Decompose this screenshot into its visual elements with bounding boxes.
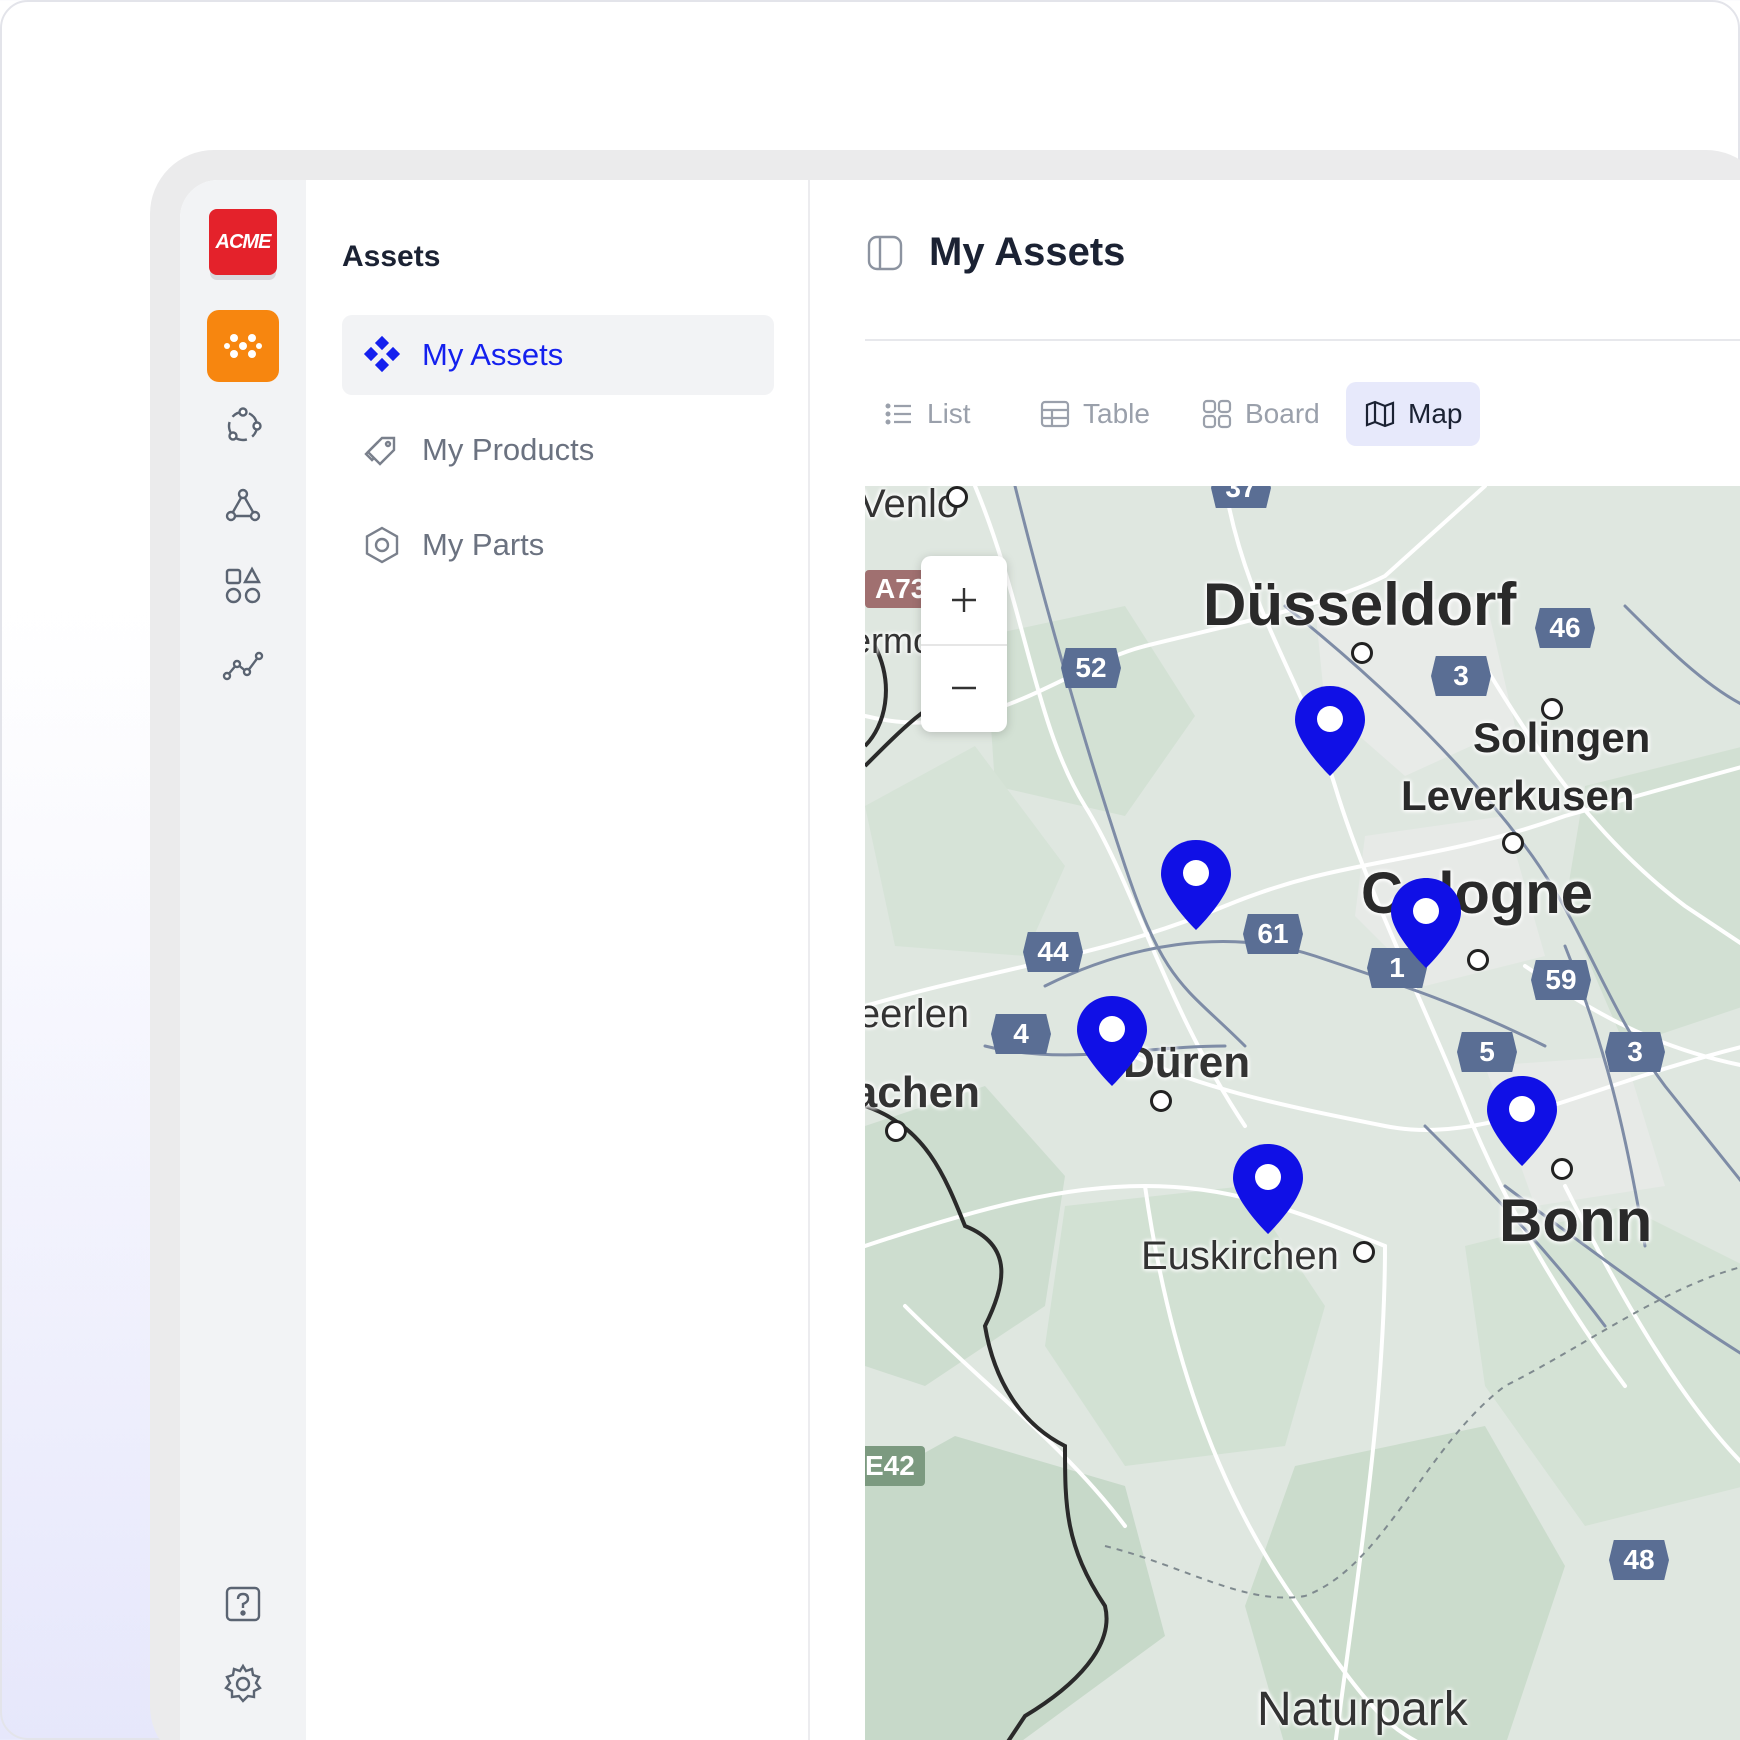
- city-label-heerlen: Heerlen: [865, 992, 970, 1036]
- logo-text: ACME: [215, 230, 272, 253]
- asset-marker[interactable]: [1231, 1142, 1305, 1236]
- city-label-leverkusen: Leverkusen: [1401, 772, 1635, 819]
- rail-analytics-button[interactable]: [207, 630, 279, 702]
- road-shield: 44: [1023, 932, 1083, 972]
- road-shield: 61: [1243, 914, 1303, 954]
- road-shield: 3: [1605, 1032, 1665, 1072]
- nav-item-my-parts[interactable]: My Parts: [342, 505, 774, 585]
- road-shield: 52: [1061, 648, 1121, 688]
- city-label-aachen: Aachen: [865, 1068, 980, 1117]
- cycle-icon: [227, 407, 262, 442]
- help-button[interactable]: [207, 1568, 279, 1640]
- city-dot: [885, 1120, 907, 1142]
- minus-icon: [952, 686, 976, 690]
- city-label-euskirchen: Euskirchen: [1141, 1234, 1339, 1278]
- tab-list[interactable]: List: [865, 382, 989, 446]
- page-header: My Assets: [865, 230, 1125, 275]
- asset-marker[interactable]: [1485, 1074, 1559, 1168]
- city-dot: [1541, 698, 1563, 720]
- list-icon: [885, 403, 911, 425]
- tab-label: Board: [1245, 398, 1320, 429]
- table-icon: [1040, 400, 1070, 428]
- settings-button[interactable]: [207, 1648, 279, 1720]
- rail-network-button[interactable]: [207, 470, 279, 542]
- zoom-control: [921, 556, 1007, 732]
- hexagon-icon: [365, 526, 399, 564]
- zoom-in-button[interactable]: [921, 556, 1007, 644]
- nav-item-my-assets[interactable]: My Assets: [342, 315, 774, 395]
- asset-marker[interactable]: [1159, 838, 1233, 932]
- road-shield: E42: [865, 1446, 925, 1486]
- diamond-grid-icon: [363, 335, 401, 373]
- city-dot: [1150, 1090, 1172, 1112]
- city-dot: [1353, 1241, 1375, 1263]
- settings-icon: [224, 1663, 262, 1703]
- tab-label: List: [927, 398, 971, 429]
- nav-title: Assets: [342, 240, 441, 273]
- rail-assets-button[interactable]: [207, 310, 279, 382]
- nav-item-my-products[interactable]: My Products: [342, 410, 774, 490]
- rail-shapes-button[interactable]: [207, 550, 279, 622]
- rail-cycle-button[interactable]: [207, 390, 279, 462]
- tag-icon: [364, 436, 396, 466]
- city-label-naturpark: Naturpark: [1257, 1683, 1468, 1736]
- assets-icon: [224, 334, 262, 358]
- asset-marker[interactable]: [1389, 876, 1463, 970]
- board-icon: [1202, 399, 1232, 429]
- city-label-venlo: Venlo: [865, 486, 960, 526]
- shapes-icon: [225, 566, 262, 604]
- tab-board[interactable]: Board: [1183, 382, 1338, 446]
- analytics-icon: [222, 651, 264, 681]
- map-view[interactable]: Venlo Roermond Düsseldorf Solingen Lever…: [865, 486, 1740, 1740]
- road-shield: 59: [1531, 960, 1591, 1000]
- network-icon: [225, 488, 261, 522]
- sidebar-toggle-icon[interactable]: [865, 233, 905, 273]
- road-shield: 48: [1609, 1540, 1669, 1580]
- road-shield: 46: [1535, 608, 1595, 648]
- road-shield: 5: [1457, 1032, 1517, 1072]
- city-dot: [1502, 832, 1524, 854]
- tab-map[interactable]: Map: [1346, 382, 1481, 446]
- asset-marker[interactable]: [1293, 684, 1367, 778]
- icon-rail: ACME: [180, 180, 306, 1740]
- tab-label: Map: [1408, 398, 1463, 429]
- app-window: ACME Assets My Assets My Products My Par…: [180, 180, 1740, 1740]
- plus-icon: [952, 588, 976, 612]
- city-dot: [946, 486, 968, 508]
- nav-item-label: My Products: [422, 432, 595, 467]
- page-title: My Assets: [929, 230, 1126, 274]
- road-shield: 37: [1211, 486, 1271, 508]
- main-content: My Assets List Table Board Map Venlo rmo…: [810, 180, 1740, 1740]
- help-icon: [225, 1586, 261, 1622]
- tab-label: Table: [1083, 398, 1150, 429]
- city-label-dusseldorf: Düsseldorf: [1203, 571, 1517, 638]
- city-dot: [1467, 949, 1489, 971]
- assets-nav: Assets My Assets My Products My Parts: [306, 180, 810, 1740]
- road-shield: 3: [1431, 656, 1491, 696]
- asset-marker[interactable]: [1075, 994, 1149, 1088]
- map-icon: [1365, 400, 1395, 428]
- acme-logo[interactable]: ACME: [209, 209, 277, 275]
- zoom-out-button[interactable]: [921, 644, 1007, 732]
- header-divider: [865, 339, 1740, 341]
- road-shield: 4: [991, 1014, 1051, 1054]
- city-label-solingen: Solingen: [1473, 714, 1651, 761]
- nav-item-label: My Assets: [422, 337, 564, 372]
- tab-table[interactable]: Table: [1021, 382, 1168, 446]
- nav-item-label: My Parts: [422, 527, 545, 562]
- city-label-bonn: Bonn: [1499, 1187, 1653, 1254]
- city-dot: [1351, 642, 1373, 664]
